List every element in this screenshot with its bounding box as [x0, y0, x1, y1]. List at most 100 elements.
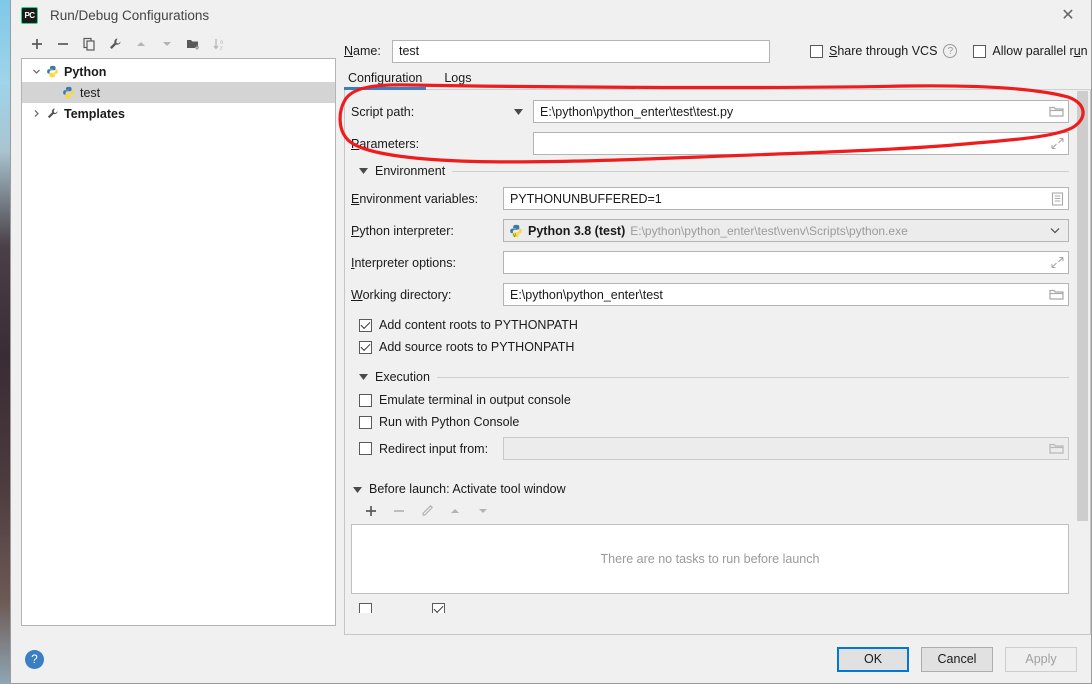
- tree-node-templates[interactable]: Templates: [22, 103, 335, 124]
- working-directory-row: Working directory: E:\python\python_ente…: [351, 283, 1069, 306]
- form-scrollbar-thumb[interactable]: [1077, 91, 1088, 521]
- python-interpreter-path: E:\python\python_enter\test\venv\Scripts…: [630, 223, 908, 238]
- copy-button[interactable]: [77, 32, 101, 56]
- add-content-roots-label: Add content roots to PYTHONPATH: [379, 318, 578, 332]
- triangle-down-icon[interactable]: [353, 482, 362, 496]
- chevron-down-icon[interactable]: [1046, 227, 1064, 234]
- name-input[interactable]: test: [392, 39, 770, 63]
- working-directory-input[interactable]: E:\python\python_enter\test: [503, 283, 1069, 306]
- before-launch-header[interactable]: Before launch: Activate tool window: [353, 482, 1069, 496]
- environment-section-title: Environment: [375, 164, 446, 178]
- execution-section-header[interactable]: Execution: [359, 370, 1069, 384]
- environment-variables-input[interactable]: PYTHONUNBUFFERED=1: [503, 187, 1069, 210]
- activate-tool-window-checkbox[interactable]: [432, 603, 445, 613]
- expand-icon[interactable]: [1051, 137, 1064, 150]
- tab-logs[interactable]: Logs: [444, 71, 471, 88]
- before-launch-title: Before launch: Activate tool window: [369, 482, 566, 496]
- interpreter-options-input[interactable]: [503, 251, 1069, 274]
- working-directory-control: E:\python\python_enter\test: [503, 283, 1069, 306]
- redirect-input-field[interactable]: [503, 437, 1069, 460]
- section-divider: [436, 376, 1069, 378]
- python-icon: [60, 86, 77, 99]
- form-scrollbar[interactable]: [1075, 90, 1090, 634]
- remove-task-button[interactable]: [387, 499, 411, 523]
- chevron-down-icon[interactable]: [28, 67, 44, 76]
- folder-icon[interactable]: [1049, 105, 1064, 118]
- run-with-python-console-label: Run with Python Console: [379, 415, 520, 429]
- tree-node-label: Python: [64, 64, 107, 79]
- redirect-input-checkbox[interactable]: [359, 442, 372, 455]
- folder-icon[interactable]: [1049, 288, 1064, 301]
- parameters-label: Parameters:: [351, 136, 420, 151]
- apply-button[interactable]: Apply: [1005, 646, 1077, 672]
- working-directory-value: E:\python\python_enter\test: [510, 287, 663, 302]
- script-path-value: E:\python\python_enter\test\test.py: [540, 104, 734, 119]
- emulate-terminal-checkbox[interactable]: Emulate terminal in output console: [359, 393, 1069, 407]
- question-icon[interactable]: ?: [25, 649, 44, 669]
- wrench-icon: [44, 107, 61, 120]
- before-launch-empty-text: There are no tasks to run before launch: [600, 552, 820, 566]
- section-divider: [452, 170, 1069, 172]
- script-path-input[interactable]: E:\python\python_enter\test\test.py: [533, 100, 1069, 123]
- move-down-button[interactable]: [155, 32, 179, 56]
- share-through-vcs-checkbox[interactable]: Share through VCS: [810, 44, 937, 58]
- execution-section-title: Execution: [375, 370, 430, 384]
- add-task-button[interactable]: [359, 499, 383, 523]
- question-icon[interactable]: ?: [943, 44, 958, 58]
- task-down-button[interactable]: [471, 499, 495, 523]
- checkbox-box: [810, 44, 823, 58]
- configurations-tree[interactable]: Python test Templates: [21, 58, 336, 626]
- expand-icon[interactable]: [1051, 256, 1064, 269]
- list-icon[interactable]: [1051, 191, 1064, 206]
- show-this-page-checkbox[interactable]: [359, 603, 372, 613]
- parameters-control: [533, 132, 1069, 155]
- script-path-control: E:\python\python_enter\test\test.py: [533, 100, 1069, 123]
- run-with-python-console-checkbox[interactable]: Run with Python Console: [359, 415, 1069, 429]
- environment-section-header[interactable]: Environment: [359, 164, 1069, 178]
- close-icon[interactable]: ✕: [1045, 0, 1091, 30]
- redirect-input-label: Redirect input from:: [379, 441, 489, 456]
- configuration-form-scroll: Script path: E:\python\python_enter\test…: [344, 90, 1091, 635]
- checkbox-box: [973, 44, 987, 58]
- tab-configuration[interactable]: Configuration: [343, 71, 427, 90]
- parameters-input[interactable]: [533, 132, 1069, 155]
- add-content-roots-checkbox[interactable]: Add content roots to PYTHONPATH: [359, 318, 1069, 332]
- triangle-down-icon[interactable]: [359, 166, 368, 176]
- add-button[interactable]: [25, 32, 49, 56]
- python-interpreter-label: Python interpreter:: [351, 223, 454, 238]
- sort-az-icon[interactable]: a z: [207, 32, 231, 56]
- tree-node-python[interactable]: Python: [22, 61, 335, 82]
- title-bar: PC Run/Debug Configurations ✕: [11, 0, 1091, 30]
- dialog-footer: ? OK Cancel Apply: [11, 635, 1091, 683]
- tree-node-label: test: [80, 85, 101, 100]
- checkbox-box: [359, 340, 372, 354]
- emulate-terminal-label: Emulate terminal in output console: [379, 393, 571, 407]
- window-title: Run/Debug Configurations: [50, 7, 210, 23]
- interpreter-options-row: Interpreter options:: [351, 251, 1069, 274]
- cancel-button[interactable]: Cancel: [921, 646, 993, 672]
- environment-variables-row: Environment variables: PYTHONUNBUFFERED=…: [351, 187, 1069, 210]
- before-launch-task-list[interactable]: There are no tasks to run before launch: [351, 524, 1069, 594]
- wrench-icon[interactable]: [103, 32, 127, 56]
- allow-parallel-run-checkbox[interactable]: Allow parallel run: [973, 44, 1088, 58]
- add-source-roots-checkbox[interactable]: Add source roots to PYTHONPATH: [359, 340, 1069, 354]
- tree-node-label: Templates: [64, 106, 125, 121]
- pencil-icon[interactable]: [415, 499, 439, 523]
- working-directory-label: Working directory:: [351, 287, 452, 302]
- interpreter-options-label: Interpreter options:: [351, 255, 456, 270]
- chevron-right-icon[interactable]: [28, 109, 44, 118]
- folder-icon[interactable]: [1049, 442, 1064, 455]
- ok-button[interactable]: OK: [837, 646, 909, 672]
- tree-node-test[interactable]: test: [22, 82, 335, 103]
- triangle-down-icon[interactable]: [503, 108, 533, 115]
- task-up-button[interactable]: [443, 499, 467, 523]
- remove-button[interactable]: [51, 32, 75, 56]
- move-up-button[interactable]: [129, 32, 153, 56]
- checkbox-box: [359, 318, 372, 332]
- python-interpreter-row: Python interpreter: v Python 3.8 (test) …: [351, 219, 1069, 242]
- script-path-row: Script path: E:\python\python_enter\test…: [351, 100, 1069, 123]
- triangle-down-icon[interactable]: [359, 372, 368, 382]
- folder-add-icon[interactable]: [181, 32, 205, 56]
- bottom-clipped-options: [351, 603, 1069, 613]
- python-interpreter-combo[interactable]: v Python 3.8 (test) E:\python\python_ent…: [503, 219, 1069, 242]
